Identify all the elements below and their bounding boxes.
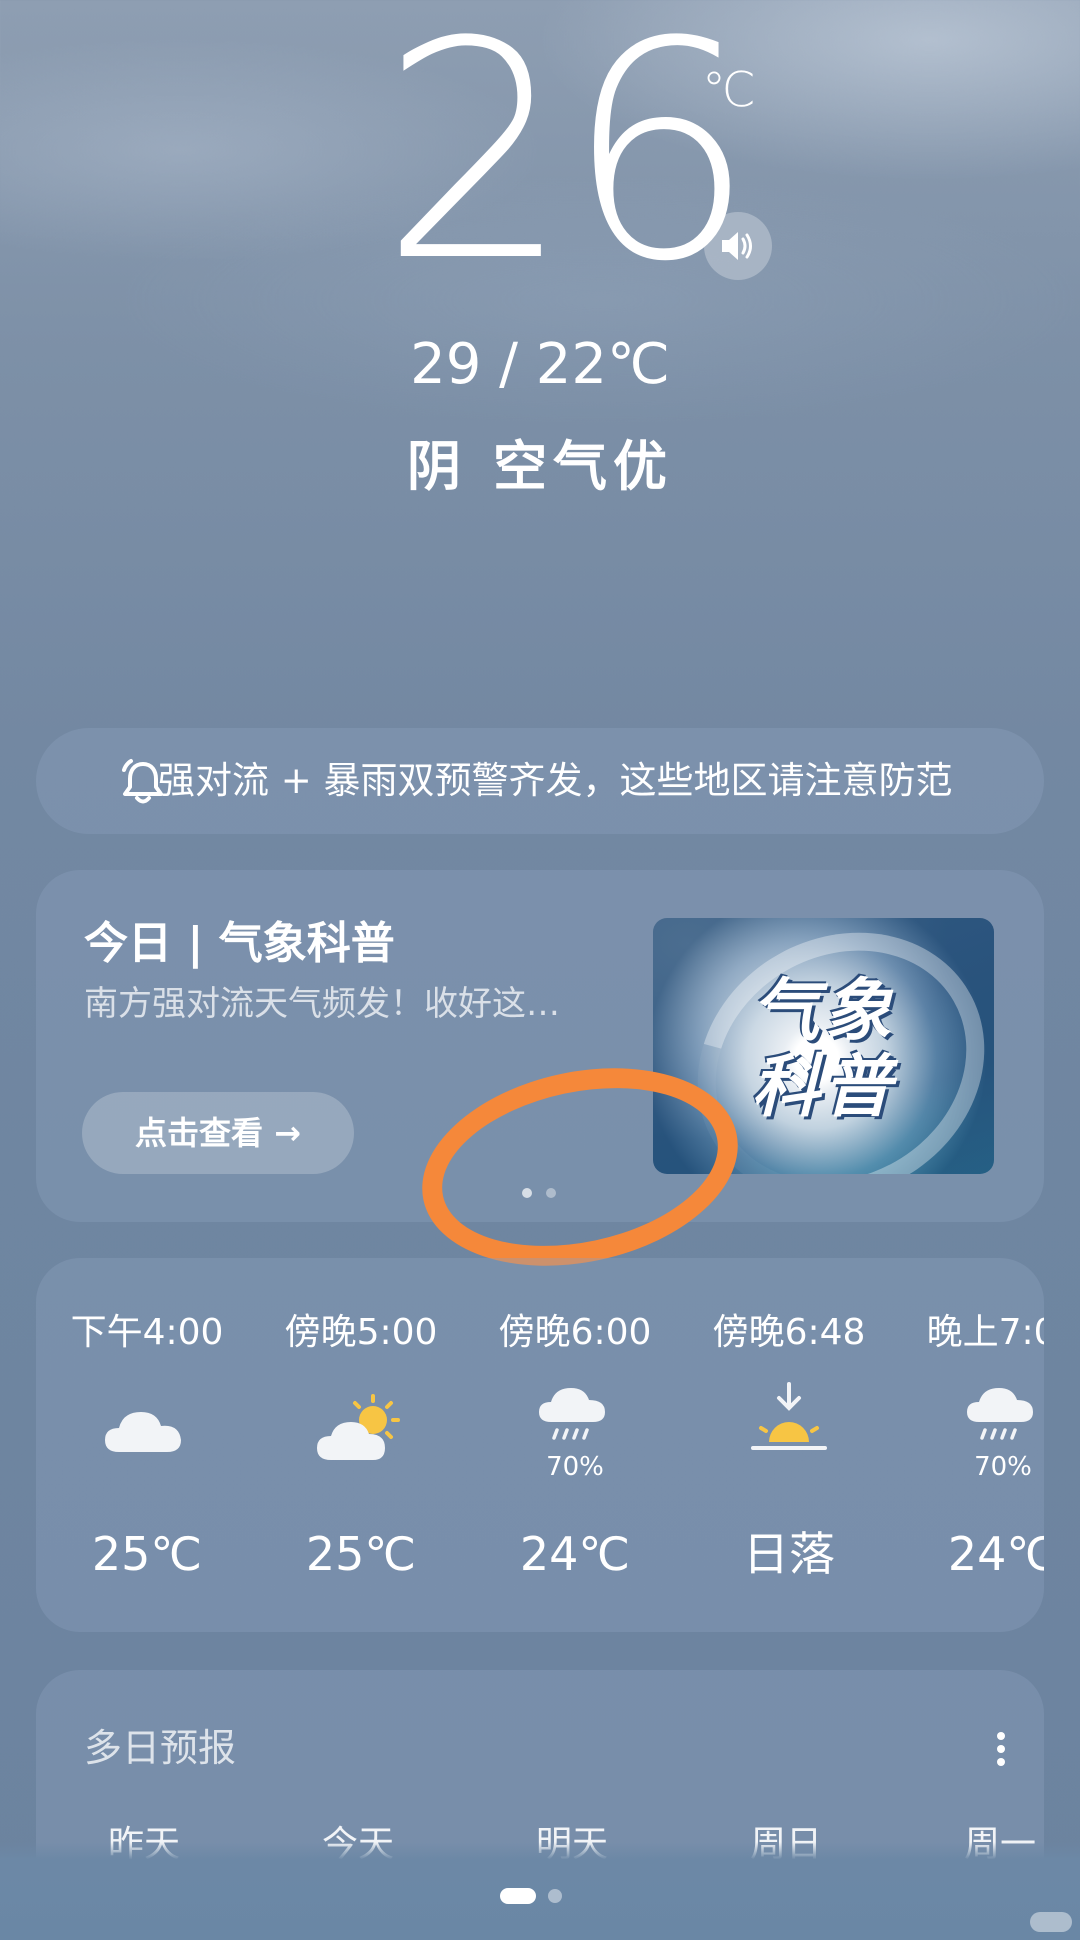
hourly-forecast-card[interactable]: 下午4:00 25℃ 傍晚5:00 25℃ 傍晚6:00 70% 24℃ 傍晚6… [36, 1258, 1044, 1632]
voice-broadcast-button[interactable] [704, 212, 772, 280]
hour-item[interactable]: 傍晚5:00 25℃ [254, 1258, 468, 1632]
page-dot-active [500, 1888, 536, 1904]
rain-icon [539, 1388, 605, 1440]
hour-temperature: 25℃ [91, 1527, 203, 1581]
hour-time: 傍晚6:00 [498, 1312, 652, 1353]
more-vertical-icon [997, 1732, 1005, 1766]
hour-temperature: 日落 [743, 1527, 835, 1581]
more-options-button[interactable] [970, 1718, 1032, 1780]
hour-item[interactable]: 晚上7:00 70% 24℃ [896, 1258, 1044, 1632]
condition-text: 阴 [407, 435, 467, 498]
forecast-title: 多日预报 [84, 1726, 237, 1770]
alert-text: 强对流 + 暴雨双预警齐发，这些地区请注意防范 [158, 759, 953, 802]
weather-condition: 阴空气优 [0, 432, 1080, 502]
hour-item[interactable]: 傍晚6:48 日落 [682, 1258, 896, 1632]
hour-time: 晚上7:00 [926, 1312, 1044, 1353]
hour-time: 傍晚6:48 [712, 1312, 866, 1353]
weather-alert-banner[interactable]: 强对流 + 暴雨双预警齐发，这些地区请注意防范 [36, 728, 1044, 834]
hour-temperature: 25℃ [305, 1527, 417, 1581]
hour-time: 傍晚5:00 [284, 1312, 438, 1353]
current-temperature: 26 [380, 0, 756, 327]
sunset-icon [751, 1382, 827, 1450]
temperature-unit: ℃ [702, 62, 756, 118]
view-details-button[interactable]: 点击查看 → [82, 1092, 354, 1174]
precip-probability: 70% [974, 1452, 1032, 1482]
promo-title: 今日 | 气象科普 [84, 918, 395, 969]
partly-sunny-icon [317, 1394, 400, 1460]
speaker-icon [722, 232, 752, 260]
hour-item[interactable]: 傍晚6:00 70% 24℃ [468, 1258, 682, 1632]
hour-temperature: 24℃ [947, 1527, 1044, 1581]
hour-temperature: 24℃ [519, 1527, 631, 1581]
watermark-badge [1030, 1912, 1072, 1932]
air-quality-text: 空气优 [493, 435, 673, 498]
page-indicator[interactable] [500, 1886, 580, 1906]
image-text-line1: 气象 [751, 972, 896, 1051]
precip-probability: 70% [546, 1452, 604, 1482]
hour-time: 下午4:00 [70, 1312, 224, 1353]
temperature-range: 29 / 22℃ [410, 332, 670, 397]
hour-item[interactable]: 下午4:00 25℃ [40, 1258, 254, 1632]
page-dot [548, 1889, 562, 1903]
rain-icon [967, 1388, 1033, 1440]
cloudy-icon [105, 1412, 181, 1452]
promo-subtitle: 南方强对流天气频发！收好这… [84, 984, 560, 1024]
